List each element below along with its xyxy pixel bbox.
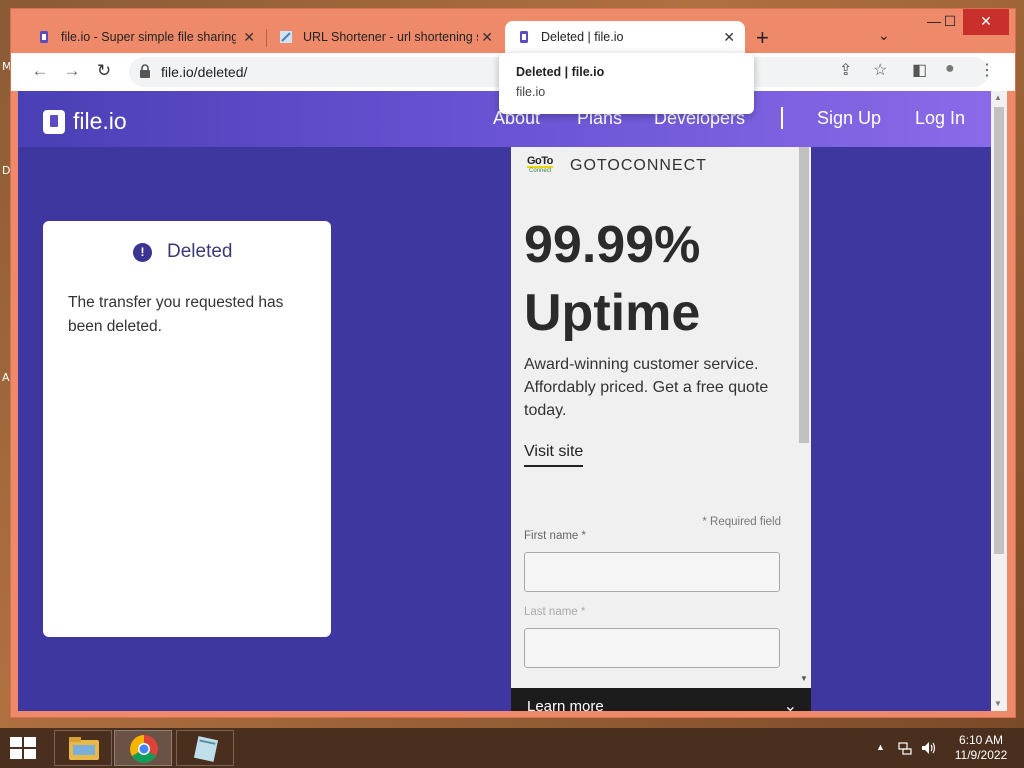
tooltip-title: Deleted | file.io [516,65,605,79]
tab-strip: file.io - Super simple file sharing ✕ UR… [11,9,1015,53]
side-panel-icon[interactable]: ◧ [912,60,927,80]
ad-headline-line2: Uptime [524,284,701,342]
windows-logo-icon [10,737,22,747]
ad-headline-line1: 99.99% [524,216,701,274]
notepad-icon [193,736,219,762]
new-tab-button[interactable]: + [756,25,769,51]
address-text[interactable]: file.io/deleted/ [161,64,247,80]
lock-icon [140,64,150,78]
learn-more-bar[interactable]: Learn more ⌄ [511,688,811,711]
taskbar: ▲ 6:10 AM 11/9/2022 [0,728,1024,768]
windows-logo-icon [10,749,22,759]
last-name-label: Last name * [524,606,586,618]
tab-title: URL Shortener - url shortening s [303,30,478,44]
back-button[interactable]: ← [29,61,51,81]
system-clock[interactable]: 6:10 AM 11/9/2022 [948,733,1014,763]
last-name-field[interactable] [524,628,780,668]
goto-logo-subtext: Connect [529,168,552,174]
tab-search-icon[interactable]: ⌄ [878,27,890,44]
bookmark-star-icon[interactable]: ☆ [873,60,887,80]
reload-button[interactable]: ↻ [93,61,115,81]
network-icon[interactable] [898,741,912,755]
fileio-logo-icon [43,109,65,134]
tab-close-icon[interactable]: ✕ [723,29,735,46]
card-header: ! Deleted [133,241,233,263]
tab-deleted-active[interactable]: Deleted | file.io ✕ [505,21,745,53]
ad-headline: 99.99% Uptime [524,211,700,347]
ad-scrollbar[interactable]: ▼ [797,147,811,687]
tab-title: Deleted | file.io [541,30,624,44]
learn-more-label: Learn more [527,698,604,711]
tab-fileio-home[interactable]: file.io - Super simple file sharing ✕ [25,21,265,53]
card-title: Deleted [167,241,233,262]
ad-body-text: Award-winning customer service. Affordab… [524,356,769,419]
ad-scroll-down-icon[interactable]: ▼ [800,674,808,683]
maximize-button[interactable]: ☐ [933,9,967,35]
windows-logo-icon [24,737,36,747]
nav-log-in[interactable]: Log In [915,108,965,129]
page-scrollbar-thumb[interactable] [994,107,1004,554]
share-icon[interactable]: ⇪ [839,60,852,80]
required-field-note: * Required field [702,516,781,528]
ad-brand-name: GOTOCONNECT [570,157,707,174]
first-name-label: First name * [524,530,586,542]
start-button[interactable] [10,737,38,761]
fileio-logo[interactable]: file.io [43,108,127,135]
fileio-favicon-icon [40,31,48,43]
tooltip-domain: file.io [516,85,546,99]
desktop-icon-label: A [2,371,10,384]
clock-time: 6:10 AM [958,733,1004,747]
advertisement: GoTo Connect GOTOCONNECT 99.99% Uptime A… [511,147,811,711]
forward-button[interactable]: → [61,61,83,81]
nav-sign-up[interactable]: Sign Up [817,108,881,129]
browser-menu-icon[interactable]: ⋮ [979,60,995,80]
logo-text: file.io [73,108,127,134]
fileio-favicon-icon [520,31,528,43]
notepad-taskbar-button[interactable] [176,730,234,766]
profile-avatar-icon[interactable]: ● [945,60,955,78]
tab-title: file.io - Super simple file sharing [61,30,236,44]
scroll-down-icon[interactable]: ▼ [994,699,1002,708]
ad-scrollbar-thumb[interactable] [799,147,809,443]
chrome-taskbar-button[interactable] [114,730,172,766]
deleted-card: ! Deleted The transfer you requested has… [43,221,331,637]
chevron-down-icon[interactable]: ⌄ [784,696,797,711]
tab-url-shortener[interactable]: URL Shortener - url shortening s ✕ [267,21,503,53]
tab-close-icon[interactable]: ✕ [481,29,493,46]
exclamation-icon: ! [133,242,152,262]
first-name-field[interactable] [524,552,780,592]
goto-connect-logo-icon: GoTo Connect [527,155,555,177]
close-window-button[interactable]: ✕ [963,9,1009,35]
page-scrollbar[interactable]: ▲ ▼ [991,91,1007,711]
tab-hover-tooltip: Deleted | file.io file.io [499,53,754,114]
folder-icon [69,737,99,760]
page-viewport: file.io About Plans Developers Sign Up L… [18,91,991,711]
url-shortener-favicon-icon [280,31,292,43]
scroll-up-icon[interactable]: ▲ [994,93,1002,102]
ad-brand[interactable]: GoTo Connect GOTOCONNECT [527,155,707,177]
browser-window: file.io - Super simple file sharing ✕ UR… [10,8,1016,718]
visit-site-link[interactable]: Visit site [524,443,584,467]
tray-overflow-icon[interactable]: ▲ [876,742,885,752]
card-message: The transfer you requested has been dele… [68,294,284,335]
chrome-icon [130,735,158,763]
file-explorer-taskbar-button[interactable] [54,730,112,766]
tab-close-icon[interactable]: ✕ [243,29,255,46]
windows-logo-icon [24,749,36,759]
clock-date: 11/9/2022 [954,748,1008,762]
volume-icon[interactable] [921,741,937,755]
nav-divider [781,107,783,129]
